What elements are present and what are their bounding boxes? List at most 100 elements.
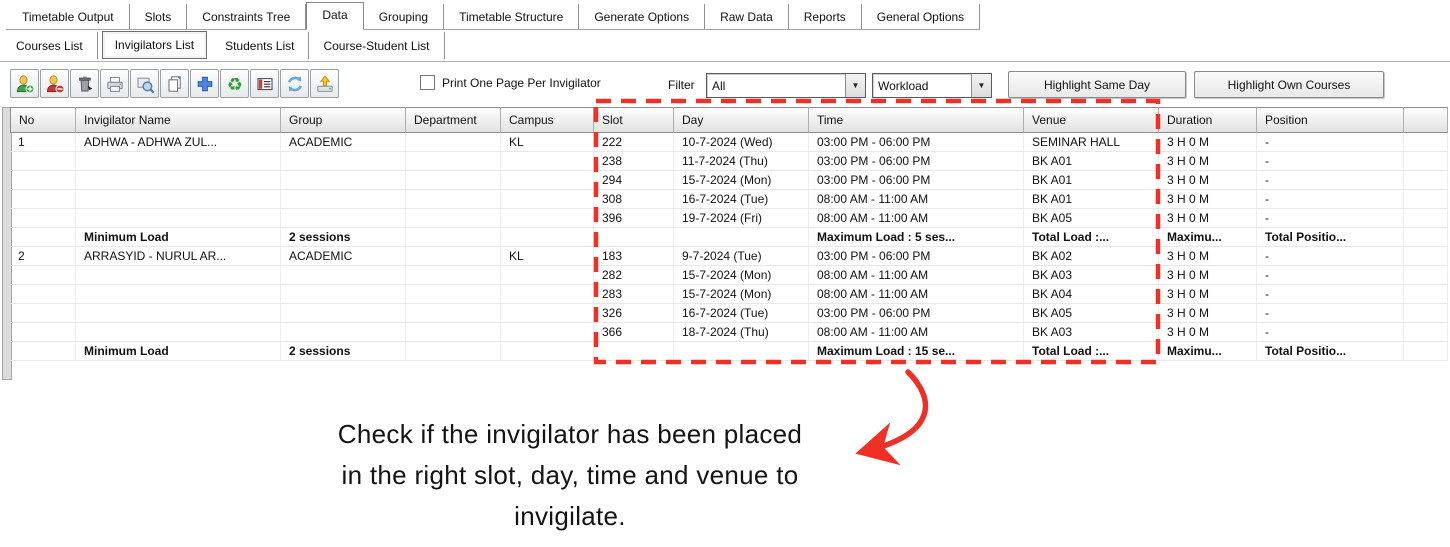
tab-invigilators-list[interactable]: Invigilators List — [102, 31, 207, 59]
remove-invigilator-button[interactable] — [40, 69, 69, 98]
column-header-group[interactable]: Group — [281, 107, 406, 133]
summary-row[interactable]: Minimum Load2 sessionsMaximum Load : 5 s… — [10, 228, 1448, 247]
cell-duration: 3 H 0 M — [1159, 266, 1257, 285]
tab-constraints-tree[interactable]: Constraints Tree — [187, 4, 306, 29]
recycle-button[interactable]: ♻ — [220, 69, 249, 98]
column-header-day[interactable]: Day — [674, 107, 809, 133]
tab-timetable-output[interactable]: Timetable Output — [6, 4, 130, 29]
chevron-down-icon[interactable]: ▼ — [971, 74, 991, 97]
table-header-row: No Invigilator Name Group Department Cam… — [10, 107, 1448, 133]
cell-position: - — [1257, 247, 1404, 266]
cell-day: 18-7-2024 (Thu) — [674, 323, 809, 342]
cell-venue: BK A02 — [1024, 247, 1159, 266]
svg-text:♻: ♻ — [226, 74, 242, 94]
column-header-no[interactable]: No — [10, 107, 76, 133]
filter-combobox[interactable]: All ▼ — [706, 73, 866, 98]
column-header-venue[interactable]: Venue — [1024, 107, 1159, 133]
tab-slots[interactable]: Slots — [130, 4, 188, 29]
refresh-button[interactable] — [280, 69, 309, 98]
cell-time: 08:00 AM - 11:00 AM — [809, 323, 1024, 342]
tab-courses-list[interactable]: Courses List — [2, 32, 98, 59]
cell-position: - — [1257, 304, 1404, 323]
delete-button[interactable] — [70, 69, 99, 98]
cell-venue: BK A05 — [1024, 304, 1159, 323]
filter-label: Filter — [668, 78, 695, 92]
print-one-page-option: Print One Page Per Invigilator — [420, 75, 601, 90]
session-row[interactable]: 36618-7-2024 (Thu)08:00 AM - 11:00 AMBK … — [10, 323, 1448, 342]
tab-general-options[interactable]: General Options — [862, 4, 980, 29]
session-row[interactable]: 23811-7-2024 (Thu)03:00 PM - 06:00 PMBK … — [10, 152, 1448, 171]
toolbar: ♻ Print One Page Per Invigilator Filter … — [0, 65, 1450, 105]
session-row[interactable]: 1ADHWA - ADHWA ZUL...ACADEMICKL22210-7-2… — [10, 133, 1448, 152]
print-button[interactable] — [100, 69, 129, 98]
cell-position: - — [1257, 285, 1404, 304]
export-button[interactable] — [310, 69, 339, 98]
print-preview-button[interactable] — [130, 69, 159, 98]
data-sub-tab-strip: Courses List Invigilators List Students … — [2, 31, 445, 59]
column-header-campus[interactable]: Campus — [501, 107, 594, 133]
cell-minimum-load-label: Minimum Load — [76, 342, 281, 361]
column-header-department[interactable]: Department — [406, 107, 501, 133]
session-row[interactable]: 32616-7-2024 (Tue)03:00 PM - 06:00 PMBK … — [10, 304, 1448, 323]
print-one-page-label[interactable]: Print One Page Per Invigilator — [442, 76, 601, 90]
cell-venue: BK A01 — [1024, 190, 1159, 209]
filter-value: All — [707, 79, 845, 93]
column-header-time[interactable]: Time — [809, 107, 1024, 133]
properties-button[interactable] — [250, 69, 279, 98]
recycle-icon: ♻ — [225, 74, 245, 94]
cell-day: 19-7-2024 (Fri) — [674, 209, 809, 228]
refresh-icon — [285, 74, 305, 94]
print-preview-icon — [135, 74, 155, 94]
annotation-note: Check if the invigilator has been placed… — [240, 414, 900, 537]
cell-time: 08:00 AM - 11:00 AM — [809, 209, 1024, 228]
column-header-duration[interactable]: Duration — [1159, 107, 1257, 133]
documents-button[interactable] — [160, 69, 189, 98]
cell-no: 2 — [10, 247, 76, 266]
session-row[interactable]: 39619-7-2024 (Fri)08:00 AM - 11:00 AMBK … — [10, 209, 1448, 228]
tab-generate-options[interactable]: Generate Options — [579, 4, 705, 29]
cell-maximum-load: Maximum Load : 15 se... — [809, 342, 1024, 361]
cell-venue: BK A03 — [1024, 323, 1159, 342]
session-row[interactable]: 30816-7-2024 (Tue)08:00 AM - 11:00 AMBK … — [10, 190, 1448, 209]
tab-timetable-structure[interactable]: Timetable Structure — [444, 4, 579, 29]
highlight-own-courses-button[interactable]: Highlight Own Courses — [1194, 71, 1384, 98]
view-combobox[interactable]: Workload ▼ — [872, 73, 992, 98]
annotation-line: in the right slot, day, time and venue t… — [240, 455, 900, 496]
session-row[interactable]: 29415-7-2024 (Mon)03:00 PM - 06:00 PMBK … — [10, 171, 1448, 190]
trash-icon — [75, 74, 95, 94]
tab-students-list[interactable]: Students List — [211, 32, 309, 59]
cell-department — [406, 247, 501, 266]
cell-slot: 326 — [594, 304, 674, 323]
session-row[interactable]: 2ARRASYID - NURUL AR...ACADEMICKL1839-7-… — [10, 247, 1448, 266]
cell-day: 15-7-2024 (Mon) — [674, 171, 809, 190]
print-one-page-checkbox[interactable] — [420, 75, 435, 90]
column-header-position[interactable]: Position — [1257, 107, 1404, 133]
cell-day: 16-7-2024 (Tue) — [674, 190, 809, 209]
highlight-same-day-button[interactable]: Highlight Same Day — [1008, 71, 1186, 98]
add-button[interactable] — [190, 69, 219, 98]
tab-data[interactable]: Data — [306, 2, 363, 30]
cell-day: 11-7-2024 (Thu) — [674, 152, 809, 171]
cell-time: 08:00 AM - 11:00 AM — [809, 285, 1024, 304]
session-row[interactable]: 28315-7-2024 (Mon)08:00 AM - 11:00 AMBK … — [10, 285, 1448, 304]
cell-slot: 283 — [594, 285, 674, 304]
add-invigilator-button[interactable] — [10, 69, 39, 98]
chevron-down-icon[interactable]: ▼ — [845, 74, 865, 97]
session-row[interactable]: 28215-7-2024 (Mon)08:00 AM - 11:00 AMBK … — [10, 266, 1448, 285]
cell-position: - — [1257, 323, 1404, 342]
cell-venue: SEMINAR HALL — [1024, 133, 1159, 152]
cell-campus: KL — [501, 133, 594, 152]
view-value: Workload — [873, 79, 971, 93]
column-header-invigilator-name[interactable]: Invigilator Name — [76, 107, 281, 133]
column-header-slot[interactable]: Slot — [594, 107, 674, 133]
cell-position: - — [1257, 152, 1404, 171]
tab-course-student-list[interactable]: Course-Student List — [309, 32, 444, 59]
tab-reports[interactable]: Reports — [789, 4, 862, 29]
cell-group: ACADEMIC — [281, 133, 406, 152]
cell-duration: 3 H 0 M — [1159, 247, 1257, 266]
tab-grouping[interactable]: Grouping — [364, 4, 444, 29]
toolbar-button-group: ♻ — [10, 69, 339, 98]
summary-row[interactable]: Minimum Load2 sessionsMaximum Load : 15 … — [10, 342, 1448, 361]
tab-raw-data[interactable]: Raw Data — [705, 4, 789, 29]
cell-slot: 396 — [594, 209, 674, 228]
